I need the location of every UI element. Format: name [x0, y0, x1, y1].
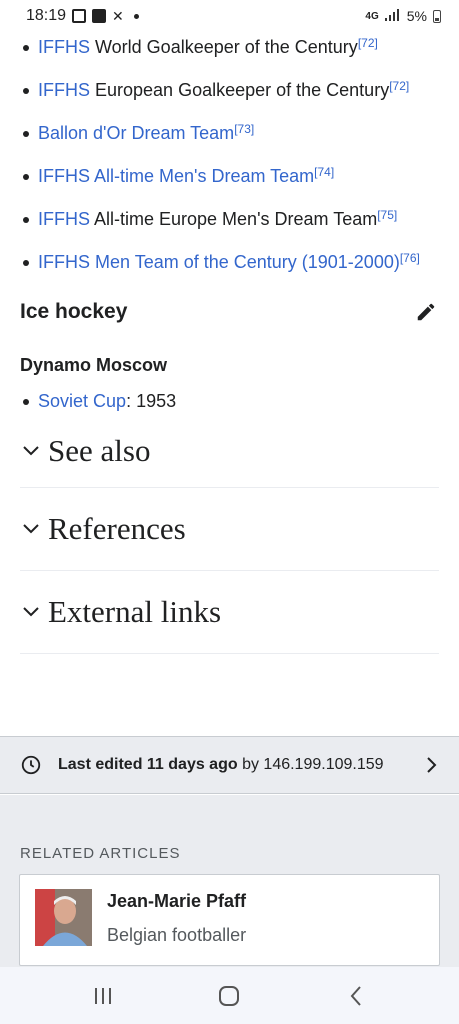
honour-link[interactable]: IFFHS — [38, 80, 90, 100]
signal-icon — [384, 8, 401, 24]
status-time: 18:19 — [26, 7, 67, 24]
list-item: IFFHS European Goalkeeper of the Century… — [20, 75, 439, 106]
ice-hockey-heading: Ice hockey — [0, 290, 459, 334]
related-article-description: Belgian footballer — [107, 925, 247, 945]
app-notification-icon — [92, 9, 107, 23]
honour-text: All-time Europe Men's Dream Team — [90, 209, 378, 229]
chevron-right-icon — [427, 757, 437, 773]
section-title: References — [48, 511, 186, 546]
chevron-down-icon — [20, 440, 42, 462]
reference-link[interactable]: [72] — [358, 36, 378, 50]
list-item: IFFHS World Goalkeeper of the Century[72… — [20, 32, 439, 63]
reference-link[interactable]: [74] — [314, 165, 334, 179]
heading-text: Ice hockey — [20, 300, 128, 323]
honours-list: IFFHS World Goalkeeper of the Century[72… — [0, 32, 459, 278]
article-content: IFFHS World Goalkeeper of the Century[72… — [0, 32, 459, 654]
list-item: IFFHS Men Team of the Century (1901-2000… — [20, 247, 439, 278]
item-text: : 1953 — [126, 391, 177, 411]
honour-text: European Goalkeeper of the Century — [90, 80, 390, 100]
reference-link[interactable]: [72] — [389, 79, 409, 93]
last-edited-bar[interactable]: Last edited 11 days ago by 146.199.109.1… — [0, 736, 459, 794]
network-type: 4G — [365, 10, 379, 22]
list-item: IFFHS All-time Europe Men's Dream Team[7… — [20, 204, 439, 235]
gallery-notification-icon — [72, 9, 87, 23]
honour-link[interactable]: IFFHS — [38, 37, 90, 57]
related-article-card[interactable]: Jean-Marie Pfaff Belgian footballer — [19, 874, 440, 966]
list-item: IFFHS All-time Men's Dream Team[74] — [20, 161, 439, 192]
system-nav-bar — [0, 967, 459, 1024]
club-subheading: Dynamo Moscow — [20, 354, 168, 375]
section-external-links[interactable]: External links — [20, 571, 439, 654]
soviet-cup-link[interactable]: Soviet Cup — [38, 391, 126, 411]
reference-link[interactable]: [73] — [234, 122, 254, 136]
list-item: Ballon d'Or Dream Team[73] — [20, 118, 439, 149]
home-icon[interactable] — [209, 976, 249, 1016]
battery-icon — [433, 9, 441, 23]
honour-link[interactable]: Ballon d'Or Dream Team — [38, 123, 234, 143]
section-see-also[interactable]: See also — [20, 415, 439, 488]
related-article-title: Jean-Marie Pfaff — [107, 891, 247, 911]
missed-call-icon: ✕ — [112, 7, 124, 24]
recent-apps-icon[interactable] — [83, 976, 123, 1016]
honour-link[interactable]: IFFHS Men Team of the Century (1901-2000… — [38, 252, 400, 272]
back-icon[interactable] — [336, 976, 376, 1016]
chevron-down-icon — [20, 518, 42, 540]
related-header: RELATED ARTICLES — [20, 845, 181, 862]
status-bar: 18:19 ✕ 4G 5% — [0, 0, 459, 32]
section-title: External links — [48, 594, 222, 629]
ice-hockey-list: Soviet Cup: 1953 — [0, 386, 459, 417]
reference-link[interactable]: [76] — [400, 251, 420, 265]
history-icon — [21, 755, 41, 775]
section-references[interactable]: References — [20, 488, 439, 571]
battery-percent: 5% — [406, 8, 427, 24]
honour-link[interactable]: IFFHS All-time Men's Dream Team — [38, 166, 314, 186]
last-edited-user: by 146.199.109.159 — [237, 756, 384, 773]
list-item: Soviet Cup: 1953 — [20, 386, 439, 417]
chevron-down-icon — [20, 601, 42, 623]
last-edited-time: Last edited 11 days ago — [58, 756, 238, 773]
honour-link[interactable]: IFFHS — [38, 209, 90, 229]
related-articles: RELATED ARTICLES Jean-Marie Pfaff Belgia… — [0, 795, 459, 967]
article-thumbnail — [35, 889, 92, 946]
honour-text: World Goalkeeper of the Century — [90, 37, 358, 57]
last-edited-text: Last edited 11 days ago by 146.199.109.1… — [58, 756, 425, 774]
section-title: See also — [48, 433, 151, 468]
edit-pencil-icon[interactable] — [413, 299, 439, 325]
reference-link[interactable]: [75] — [377, 208, 397, 222]
more-notifications-icon — [133, 13, 139, 19]
